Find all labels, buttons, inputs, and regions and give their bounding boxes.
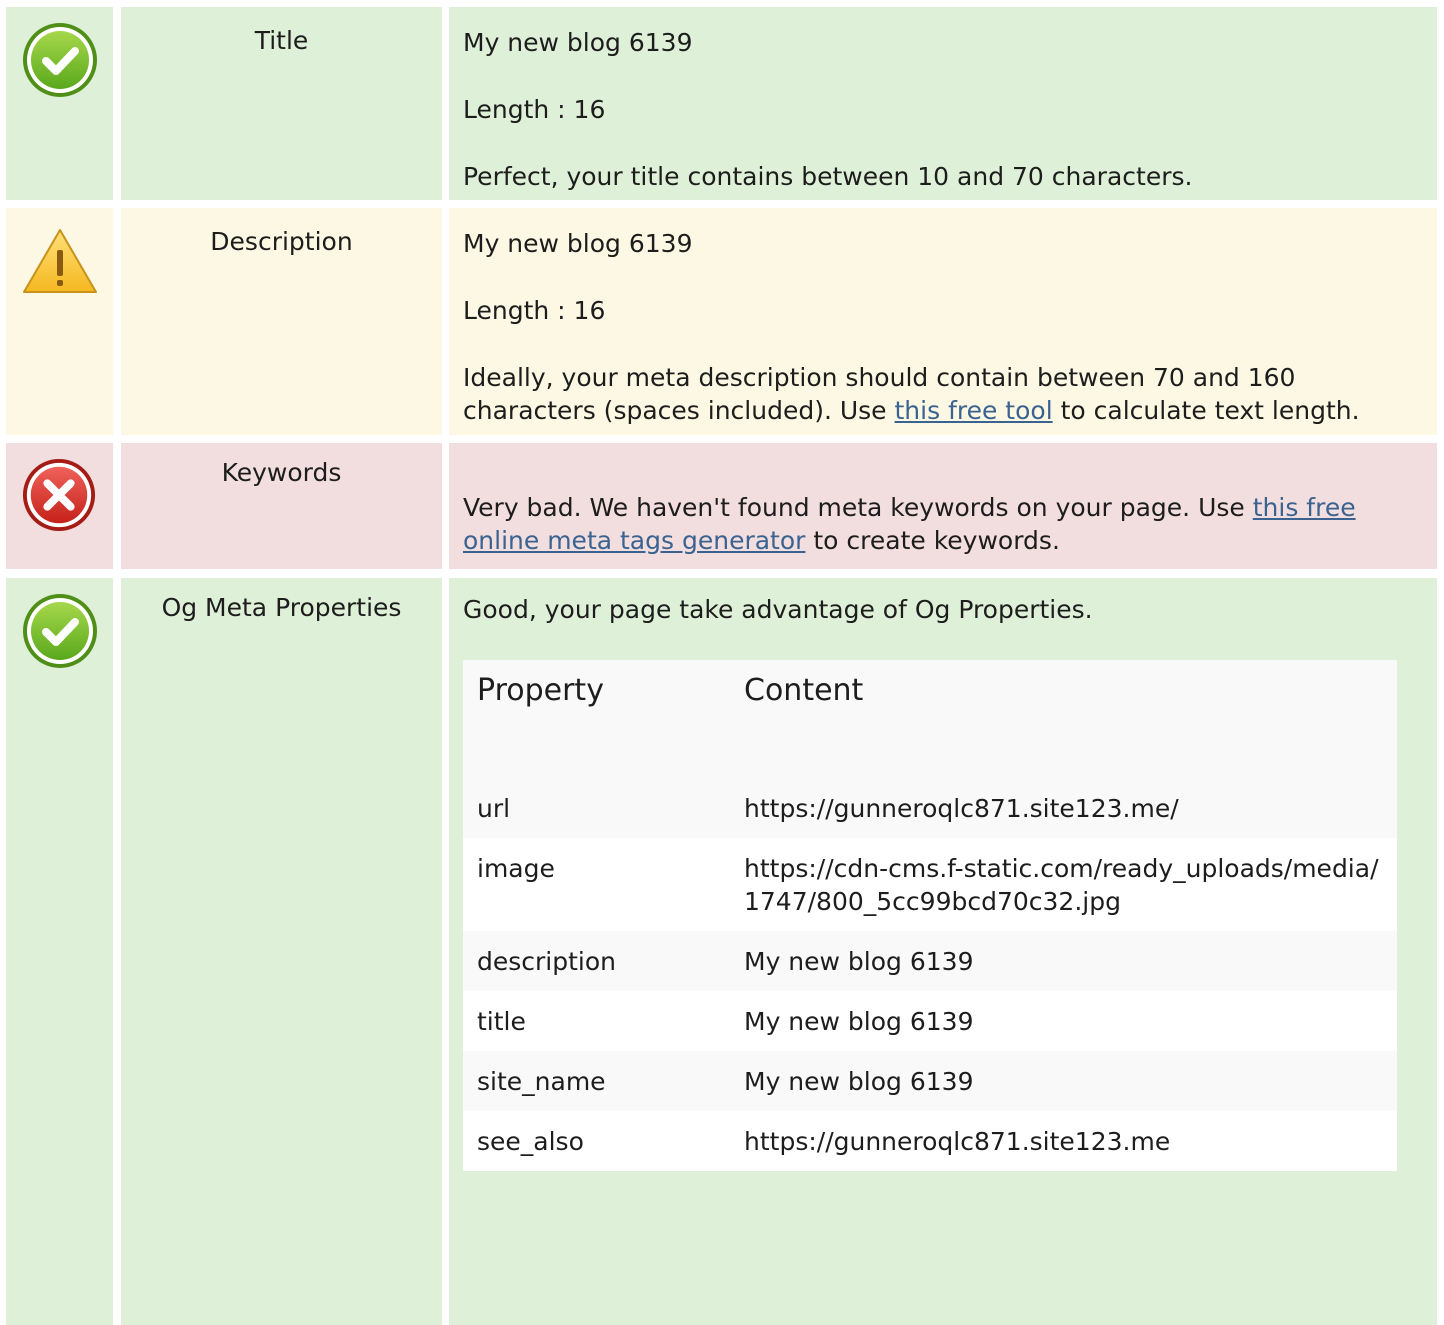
description-message: Ideally, your meta description should co… — [463, 363, 1360, 425]
og-content: https://gunneroqlc871.site123.me — [730, 1111, 1397, 1171]
status-cell — [6, 578, 113, 1325]
table-row: title My new blog 6139 — [463, 991, 1397, 1051]
row-content: Very bad. We haven't found meta keywords… — [449, 443, 1437, 569]
table-row: description My new blog 6139 — [463, 931, 1397, 991]
warning-triangle-icon — [23, 229, 97, 293]
seo-row-description: Description My new blog 6139 Length : 16… — [0, 208, 1444, 435]
column-header-property: Property — [463, 660, 730, 778]
row-content: My new blog 6139 Length : 16 Ideally, yo… — [449, 208, 1437, 435]
table-row: site_name My new blog 6139 — [463, 1051, 1397, 1111]
og-content: My new blog 6139 — [730, 991, 1397, 1051]
column-header-content: Content — [730, 660, 1397, 778]
og-property: image — [463, 838, 730, 931]
check-circle-icon — [23, 594, 97, 668]
error-circle-icon — [22, 458, 96, 532]
title-message: Perfect, your title contains between 10 … — [463, 162, 1193, 191]
status-cell — [6, 7, 113, 200]
table-row: url https://gunneroqlc871.site123.me/ — [463, 778, 1397, 838]
og-message: Good, your page take advantage of Og Pro… — [463, 595, 1093, 624]
table-row: image https://cdn-cms.f-static.com/ready… — [463, 838, 1397, 931]
og-content: https://cdn-cms.f-static.com/ready_uploa… — [730, 838, 1397, 931]
row-label: Title — [121, 7, 442, 200]
row-label: Og Meta Properties — [121, 578, 442, 1325]
seo-row-og-properties: Og Meta Properties Good, your page take … — [0, 578, 1444, 1325]
row-content: My new blog 6139 Length : 16 Perfect, yo… — [449, 7, 1437, 200]
og-properties-table: Property Content url https://gunneroqlc8… — [463, 660, 1397, 1171]
og-content: My new blog 6139 — [730, 1051, 1397, 1111]
status-cell — [6, 443, 113, 569]
status-cell — [6, 208, 113, 435]
keywords-message: Very bad. We haven't found meta keywords… — [463, 493, 1356, 555]
og-content: https://gunneroqlc871.site123.me/ — [730, 778, 1397, 838]
row-label: Description — [121, 208, 442, 435]
table-row: see_also https://gunneroqlc871.site123.m… — [463, 1111, 1397, 1171]
title-value: My new blog 6139 — [463, 28, 693, 57]
og-property: site_name — [463, 1051, 730, 1111]
og-property: url — [463, 778, 730, 838]
row-label: Keywords — [121, 443, 442, 569]
seo-row-title: Title My new blog 6139 Length : 16 Perfe… — [0, 7, 1444, 200]
og-content: My new blog 6139 — [730, 931, 1397, 991]
description-length: Length : 16 — [463, 296, 606, 325]
free-tool-link[interactable]: this free tool — [895, 396, 1053, 425]
og-property: see_also — [463, 1111, 730, 1171]
seo-row-keywords: Keywords Very bad. We haven't found meta… — [0, 443, 1444, 569]
table-header-row: Property Content — [463, 660, 1397, 778]
og-property: description — [463, 931, 730, 991]
description-value: My new blog 6139 — [463, 229, 693, 258]
check-circle-icon — [23, 23, 97, 97]
row-content: Good, your page take advantage of Og Pro… — [449, 578, 1437, 1325]
title-length: Length : 16 — [463, 95, 606, 124]
og-property: title — [463, 991, 730, 1051]
